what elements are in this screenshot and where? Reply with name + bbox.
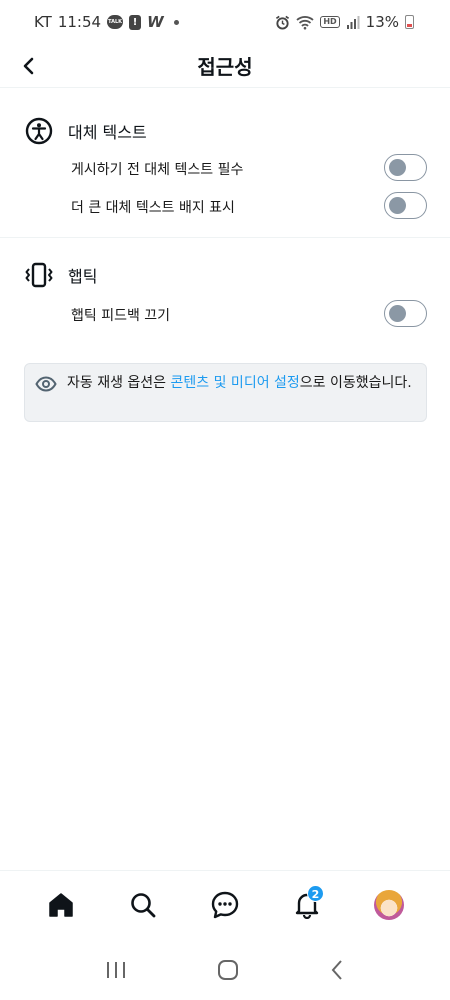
content-media-settings-link[interactable]: 콘텐츠 및 미디어 설정 bbox=[171, 375, 300, 391]
battery-percent: 13% bbox=[365, 13, 399, 31]
tab-home[interactable] bbox=[41, 885, 81, 925]
haptics-header: 햅틱 bbox=[24, 260, 97, 290]
home-nav-button[interactable] bbox=[217, 959, 239, 985]
vibrate-icon bbox=[24, 260, 54, 290]
chat-bubble-icon bbox=[211, 891, 239, 918]
toggle-knob bbox=[389, 159, 406, 176]
haptics-section: 햅틱 햅틱 피드백 끄기 bbox=[0, 250, 450, 345]
notice-text-before: 자동 재생 옵션은 bbox=[67, 375, 171, 391]
recent-apps-icon bbox=[107, 962, 125, 978]
hd-voice-icon: HD bbox=[320, 16, 340, 28]
haptics-title: 햅틱 bbox=[68, 267, 98, 286]
notice-text-after: 으로 이동했습니다. bbox=[299, 375, 412, 391]
search-icon bbox=[131, 892, 156, 917]
disable-haptics-toggle[interactable] bbox=[384, 300, 427, 327]
app-header: 접근성 bbox=[0, 44, 450, 88]
eye-icon bbox=[35, 376, 57, 392]
w-app-icon: W bbox=[147, 13, 164, 31]
toggle-knob bbox=[389, 197, 406, 214]
tab-messages[interactable] bbox=[205, 885, 245, 925]
home-circle-icon bbox=[218, 960, 238, 980]
larger-alt-badge-toggle[interactable] bbox=[384, 192, 427, 219]
clock: 11:54 bbox=[57, 13, 102, 31]
kakaotalk-icon: TALK bbox=[107, 15, 124, 29]
carrier-label: KT bbox=[34, 13, 52, 31]
system-nav-bar bbox=[0, 944, 450, 1000]
tab-notifications[interactable]: 2 bbox=[287, 884, 327, 925]
alt-text-section: 대체 텍스트 게시하기 전 대체 텍스트 필수 더 큰 대체 텍스트 배지 표시 bbox=[0, 106, 450, 238]
home-icon bbox=[49, 892, 73, 917]
toggle-knob bbox=[389, 305, 406, 322]
chevron-left-icon bbox=[23, 57, 34, 75]
system-back-button[interactable] bbox=[329, 959, 345, 985]
signal-icon bbox=[346, 15, 360, 29]
accessibility-icon bbox=[24, 116, 54, 146]
page-title: 접근성 bbox=[197, 55, 253, 79]
battery-icon bbox=[405, 15, 414, 29]
status-bar: KT 11:54 TALK ! W HD 13% bbox=[0, 0, 450, 44]
recent-apps-button[interactable] bbox=[105, 960, 127, 984]
alt-text-header: 대체 텍스트 bbox=[24, 116, 147, 146]
alarm-icon bbox=[275, 15, 290, 30]
autoplay-notice: 자동 재생 옵션은 콘텐츠 및 미디어 설정으로 이동했습니다. bbox=[24, 363, 427, 422]
notification-count-badge: 2 bbox=[307, 884, 324, 902]
disable-haptics-label: 햅틱 피드백 끄기 bbox=[71, 308, 171, 324]
require-alt-text-label: 게시하기 전 대체 텍스트 필수 bbox=[71, 162, 244, 178]
tab-search[interactable] bbox=[123, 885, 163, 925]
status-bar-left: KT 11:54 TALK ! W bbox=[34, 13, 179, 31]
tab-profile[interactable] bbox=[369, 885, 409, 925]
status-bar-right: HD 13% bbox=[275, 13, 414, 31]
larger-alt-badge-label: 더 큰 대체 텍스트 배지 표시 bbox=[71, 200, 235, 216]
require-alt-text-toggle[interactable] bbox=[384, 154, 427, 181]
back-arrow-icon bbox=[331, 960, 342, 980]
back-button[interactable] bbox=[12, 50, 44, 82]
avatar bbox=[374, 889, 404, 920]
alert-badge-icon: ! bbox=[129, 14, 142, 30]
alt-text-title: 대체 텍스트 bbox=[68, 123, 147, 142]
more-notifications-dot-icon bbox=[173, 19, 179, 25]
tab-bar: 2 bbox=[0, 870, 450, 938]
wifi-icon bbox=[296, 15, 314, 30]
